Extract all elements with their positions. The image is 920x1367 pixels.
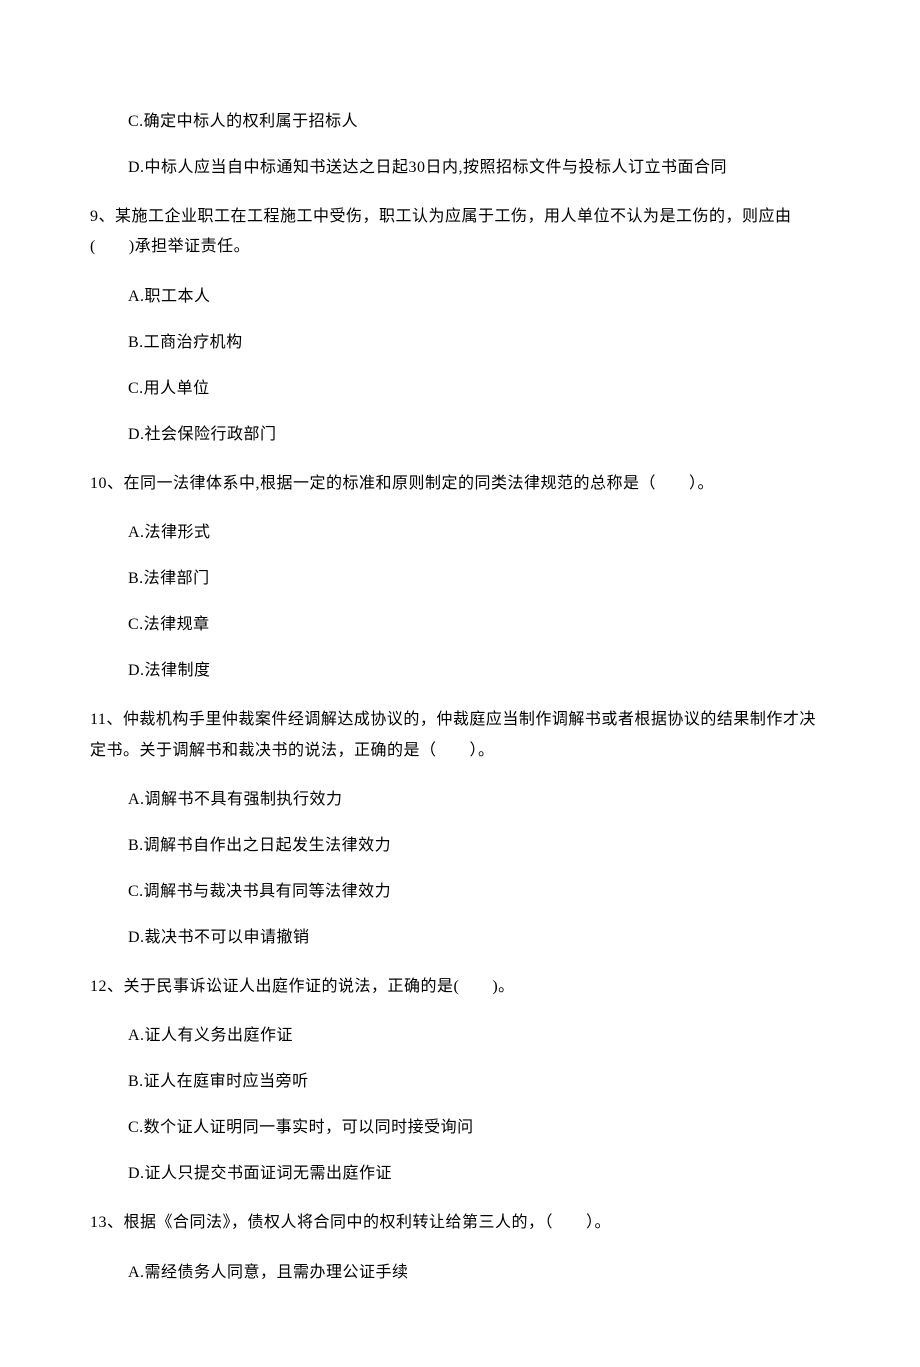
option-text: A.调解书不具有强制执行效力 <box>128 788 830 812</box>
option-text: C.确定中标人的权利属于招标人 <box>128 110 830 134</box>
option-text: C.调解书与裁决书具有同等法律效力 <box>128 880 830 904</box>
question-stem: 13、根据《合同法》，债权人将合同中的权利转让给第三人的，（ ）。 <box>90 1208 830 1238</box>
exam-page: C.确定中标人的权利属于招标人 D.中标人应当自中标通知书送达之日起30日内,按… <box>0 0 920 1367</box>
option-text: C.法律规章 <box>128 613 830 637</box>
option-text: D.证人只提交书面证词无需出庭作证 <box>128 1162 830 1186</box>
option-text: C.数个证人证明同一事实时，可以同时接受询问 <box>128 1116 830 1140</box>
option-text: A.法律形式 <box>128 521 830 545</box>
option-text: D.法律制度 <box>128 659 830 683</box>
option-text: A.证人有义务出庭作证 <box>128 1024 830 1048</box>
option-text: D.中标人应当自中标通知书送达之日起30日内,按照招标文件与投标人订立书面合同 <box>128 156 830 180</box>
question-stem: 9、某施工企业职工在工程施工中受伤，职工认为应属于工伤，用人单位不认为是工伤的，… <box>90 202 830 263</box>
option-text: B.证人在庭审时应当旁听 <box>128 1070 830 1094</box>
option-text: A.职工本人 <box>128 285 830 309</box>
question-stem: 10、在同一法律体系中,根据一定的标准和原则制定的同类法律规范的总称是（ ）。 <box>90 469 830 499</box>
option-text: D.社会保险行政部门 <box>128 423 830 447</box>
option-text: C.用人单位 <box>128 377 830 401</box>
option-text: B.工商治疗机构 <box>128 331 830 355</box>
option-text: A.需经债务人同意，且需办理公证手续 <box>128 1261 830 1285</box>
option-text: B.法律部门 <box>128 567 830 591</box>
option-text: D.裁决书不可以申请撤销 <box>128 926 830 950</box>
option-text: B.调解书自作出之日起发生法律效力 <box>128 834 830 858</box>
question-stem: 11、仲裁机构手里仲裁案件经调解达成协议的，仲裁庭应当制作调解书或者根据协议的结… <box>90 705 830 766</box>
question-stem: 12、关于民事诉讼证人出庭作证的说法，正确的是( )。 <box>90 972 830 1002</box>
